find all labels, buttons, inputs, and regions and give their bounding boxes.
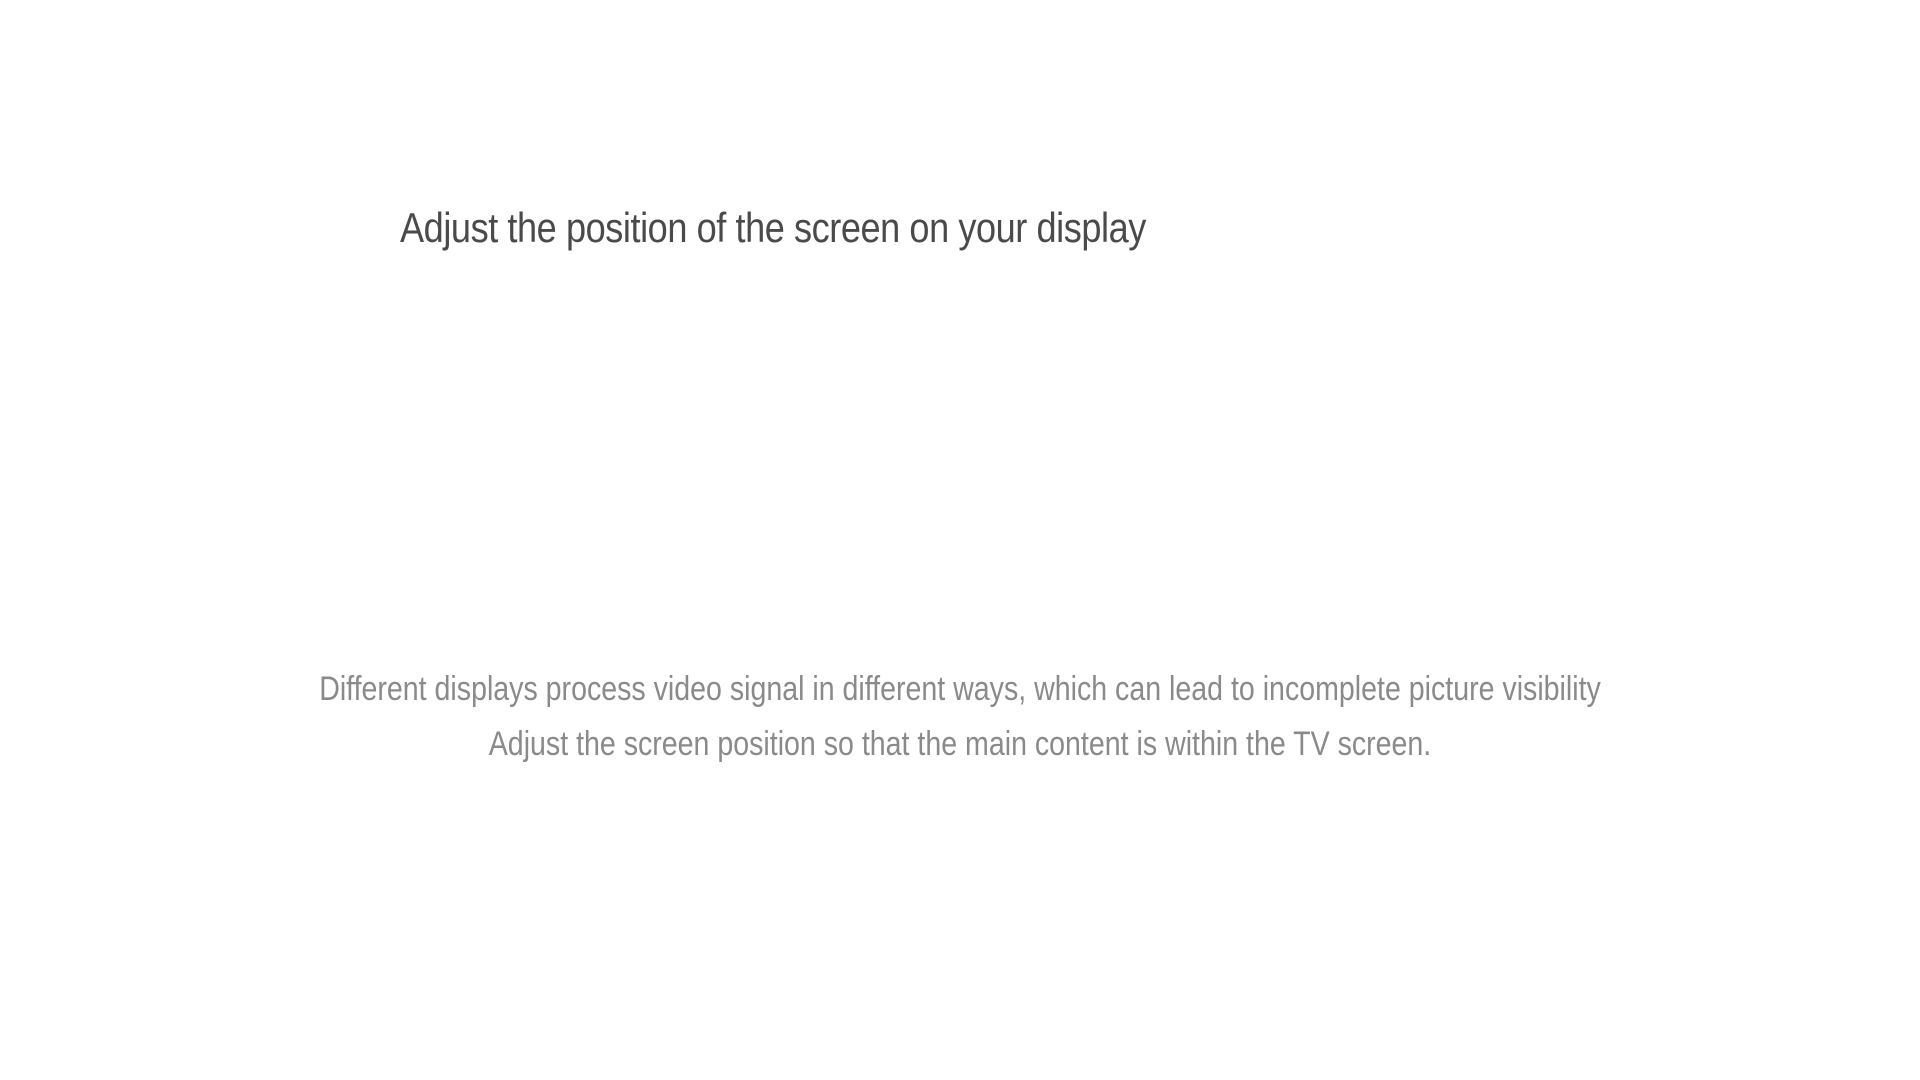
instructions-text: Different displays process video signal … [160,662,1760,772]
page-title: Adjust the position of the screen on you… [400,204,1146,251]
screen-position-setup: Adjust the position of the screen on you… [0,0,1920,1080]
instructions-line-2: Adjust the screen position so that the m… [488,725,1432,763]
instructions-line-1: Different displays process video signal … [319,670,1601,708]
